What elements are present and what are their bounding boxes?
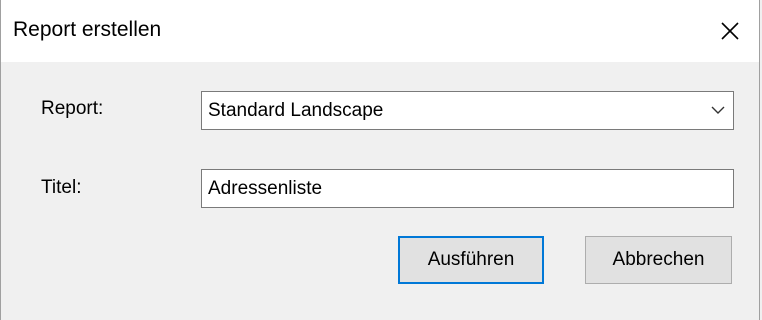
- close-icon: [721, 22, 739, 40]
- report-select-value: Standard Landscape: [208, 100, 384, 121]
- report-label: Report:: [41, 98, 104, 119]
- close-button[interactable]: [701, 0, 759, 62]
- report-select[interactable]: Standard Landscape: [201, 91, 734, 130]
- execute-button[interactable]: Ausführen: [398, 236, 544, 284]
- titel-label: Titel:: [41, 177, 82, 198]
- cancel-button[interactable]: Abbrechen: [585, 236, 732, 284]
- chevron-down-icon: [711, 106, 725, 114]
- title-bar: Report erstellen: [1, 0, 759, 62]
- dialog-title: Report erstellen: [13, 18, 162, 41]
- titel-input[interactable]: [201, 169, 734, 208]
- report-dialog: Report erstellen Report: Standard Landsc…: [0, 0, 760, 320]
